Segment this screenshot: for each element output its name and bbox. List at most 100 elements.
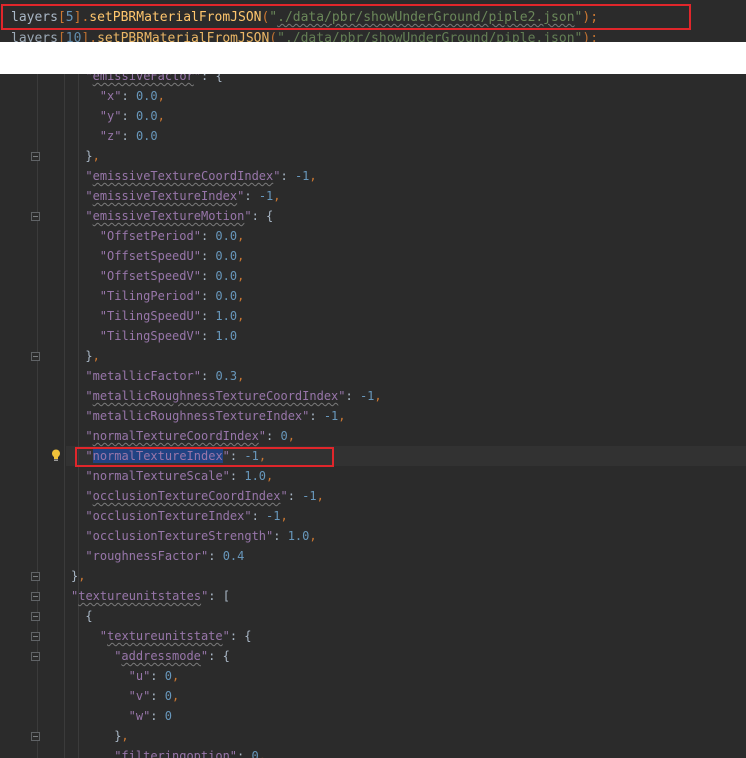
json-value: 0 bbox=[251, 749, 259, 758]
fold-marker-icon[interactable] bbox=[31, 572, 40, 581]
json-line[interactable]: "emissiveTextureIndex": -1, bbox=[85, 186, 280, 206]
json-line[interactable]: "addressmode": { bbox=[114, 646, 230, 666]
code-index: 10 bbox=[65, 31, 82, 42]
json-key: textureunitstates bbox=[78, 589, 202, 603]
json-line[interactable]: "y": 0.0, bbox=[100, 106, 165, 126]
json-key: TilingPeriod bbox=[107, 289, 194, 303]
json-line[interactable]: }, bbox=[85, 346, 99, 366]
fold-marker-icon[interactable] bbox=[31, 612, 40, 621]
json-value: 1.0 bbox=[287, 529, 310, 543]
json-key: emissiveTextureMotion bbox=[92, 209, 245, 223]
fold-marker-icon[interactable] bbox=[31, 652, 40, 661]
screenshot-separator bbox=[0, 42, 746, 74]
json-value: 0.0 bbox=[135, 109, 158, 123]
json-line[interactable]: "emissiveTextureCoordIndex": -1, bbox=[85, 166, 316, 186]
json-value: 0.0 bbox=[215, 249, 238, 263]
json-key: OffsetPeriod bbox=[107, 229, 194, 243]
code-method: setPBRMaterialFromJSON bbox=[97, 31, 270, 42]
annotation-box-top bbox=[1, 4, 691, 30]
json-value: 0 bbox=[280, 429, 288, 443]
lightbulb-icon[interactable] bbox=[51, 449, 61, 462]
json-key: OffsetSpeedU bbox=[107, 249, 194, 263]
json-value: -1 bbox=[323, 409, 339, 423]
json-line[interactable]: "z": 0.0 bbox=[100, 126, 158, 146]
json-line[interactable]: "OffsetSpeedU": 0.0, bbox=[100, 246, 245, 266]
json-value: 0.0 bbox=[215, 269, 238, 283]
json-key: addressmode bbox=[121, 649, 201, 663]
json-line[interactable]: "occlusionTextureStrength": 1.0, bbox=[85, 526, 316, 546]
json-line[interactable]: "emissiveTextureMotion": { bbox=[85, 206, 273, 226]
json-value: 0 bbox=[164, 669, 172, 683]
json-line[interactable]: "occlusionTextureIndex": -1, bbox=[85, 506, 287, 526]
indent-guide bbox=[78, 74, 79, 758]
fold-marker-icon[interactable] bbox=[31, 212, 40, 221]
json-line[interactable]: "occlusionTextureCoordIndex": -1, bbox=[85, 486, 323, 506]
json-line[interactable]: "w": 0 bbox=[129, 706, 172, 726]
json-line[interactable]: "roughnessFactor": 0.4 bbox=[85, 546, 244, 566]
json-value: 1.0 bbox=[215, 329, 238, 343]
json-line[interactable]: "emissiveFactor": { bbox=[85, 74, 222, 86]
json-value: 0.0 bbox=[215, 289, 238, 303]
json-value: 0.0 bbox=[135, 89, 158, 103]
json-line[interactable]: "TilingPeriod": 0.0, bbox=[100, 286, 245, 306]
json-line[interactable]: }, bbox=[114, 726, 128, 746]
fold-marker-icon[interactable] bbox=[31, 632, 40, 641]
json-value: -1 bbox=[359, 389, 375, 403]
json-line[interactable]: "textureunitstates": [ bbox=[71, 586, 230, 606]
fold-marker-icon[interactable] bbox=[31, 592, 40, 601]
json-value: 0.3 bbox=[215, 369, 238, 383]
fold-marker-icon[interactable] bbox=[31, 732, 40, 741]
json-line[interactable]: "metallicRoughnessTextureCoordIndex": -1… bbox=[85, 386, 381, 406]
json-value: 1.0 bbox=[244, 469, 267, 483]
json-line[interactable]: "u": 0, bbox=[129, 666, 180, 686]
json-line[interactable]: "v": 0, bbox=[129, 686, 180, 706]
json-key: metallicFactor bbox=[92, 369, 194, 383]
json-value: -1 bbox=[258, 189, 274, 203]
json-key: w bbox=[135, 709, 144, 723]
json-value: 0.0 bbox=[215, 229, 238, 243]
json-value: -1 bbox=[294, 169, 310, 183]
json-value: 1.0 bbox=[215, 309, 238, 323]
json-key: u bbox=[135, 669, 144, 683]
json-value: 0.4 bbox=[222, 549, 245, 563]
json-line[interactable]: "filteringoption": 0, bbox=[114, 746, 266, 758]
json-key: TilingSpeedU bbox=[107, 309, 194, 323]
json-key: emissiveTextureIndex bbox=[92, 189, 238, 203]
json-key: occlusionTextureIndex bbox=[92, 509, 245, 523]
fold-marker-icon[interactable] bbox=[31, 352, 40, 361]
json-editor[interactable]: "emissiveFactor": {"x": 0.0, "y": 0.0, "z"… bbox=[0, 74, 746, 758]
json-key: occlusionTextureCoordIndex bbox=[92, 489, 281, 503]
json-key: filteringoption bbox=[121, 749, 230, 758]
json-key: textureunitstate bbox=[107, 629, 223, 643]
json-key: metallicRoughnessTextureIndex bbox=[92, 409, 303, 423]
json-key: OffsetSpeedV bbox=[107, 269, 194, 283]
json-key: metallicRoughnessTextureCoordIndex bbox=[92, 389, 339, 403]
code-path: ./data/pbr/showUnderGround/piple.json bbox=[284, 31, 575, 42]
json-key: TilingSpeedV bbox=[107, 329, 194, 343]
json-key: emissiveTextureCoordIndex bbox=[92, 169, 274, 183]
json-line[interactable]: "normalTextureCoordIndex": 0, bbox=[85, 426, 295, 446]
code-var: layers bbox=[11, 31, 58, 42]
json-line[interactable]: "TilingSpeedU": 1.0, bbox=[100, 306, 245, 326]
code-line-set-material-piple[interactable]: layers[10].setPBRMaterialFromJSON("./dat… bbox=[11, 29, 598, 42]
json-value: -1 bbox=[302, 489, 317, 503]
json-value: 0 bbox=[164, 689, 172, 703]
json-line[interactable]: }, bbox=[85, 146, 99, 166]
json-line[interactable]: "metallicRoughnessTextureIndex": -1, bbox=[85, 406, 345, 426]
json-line[interactable]: "OffsetPeriod": 0.0, bbox=[100, 226, 245, 246]
json-line[interactable]: "metallicFactor": 0.3, bbox=[85, 366, 244, 386]
json-key: roughnessFactor bbox=[92, 549, 201, 563]
json-value: 0.0 bbox=[135, 129, 158, 143]
json-line[interactable]: "textureunitstate": { bbox=[100, 626, 252, 646]
indent-guide bbox=[64, 74, 65, 758]
json-line[interactable]: "normalTextureScale": 1.0, bbox=[85, 466, 273, 486]
json-line[interactable]: { bbox=[85, 606, 92, 626]
top-editor-pane: layers[5].setPBRMaterialFromJSON("./data… bbox=[0, 0, 746, 42]
json-line[interactable]: }, bbox=[71, 566, 85, 586]
fold-marker-icon[interactable] bbox=[31, 152, 40, 161]
json-line[interactable]: "TilingSpeedV": 1.0 bbox=[100, 326, 237, 346]
json-value: -1 bbox=[266, 509, 281, 523]
json-line[interactable]: "x": 0.0, bbox=[100, 86, 165, 106]
json-key: emissiveFactor bbox=[92, 74, 194, 83]
json-line[interactable]: "OffsetSpeedV": 0.0, bbox=[100, 266, 245, 286]
